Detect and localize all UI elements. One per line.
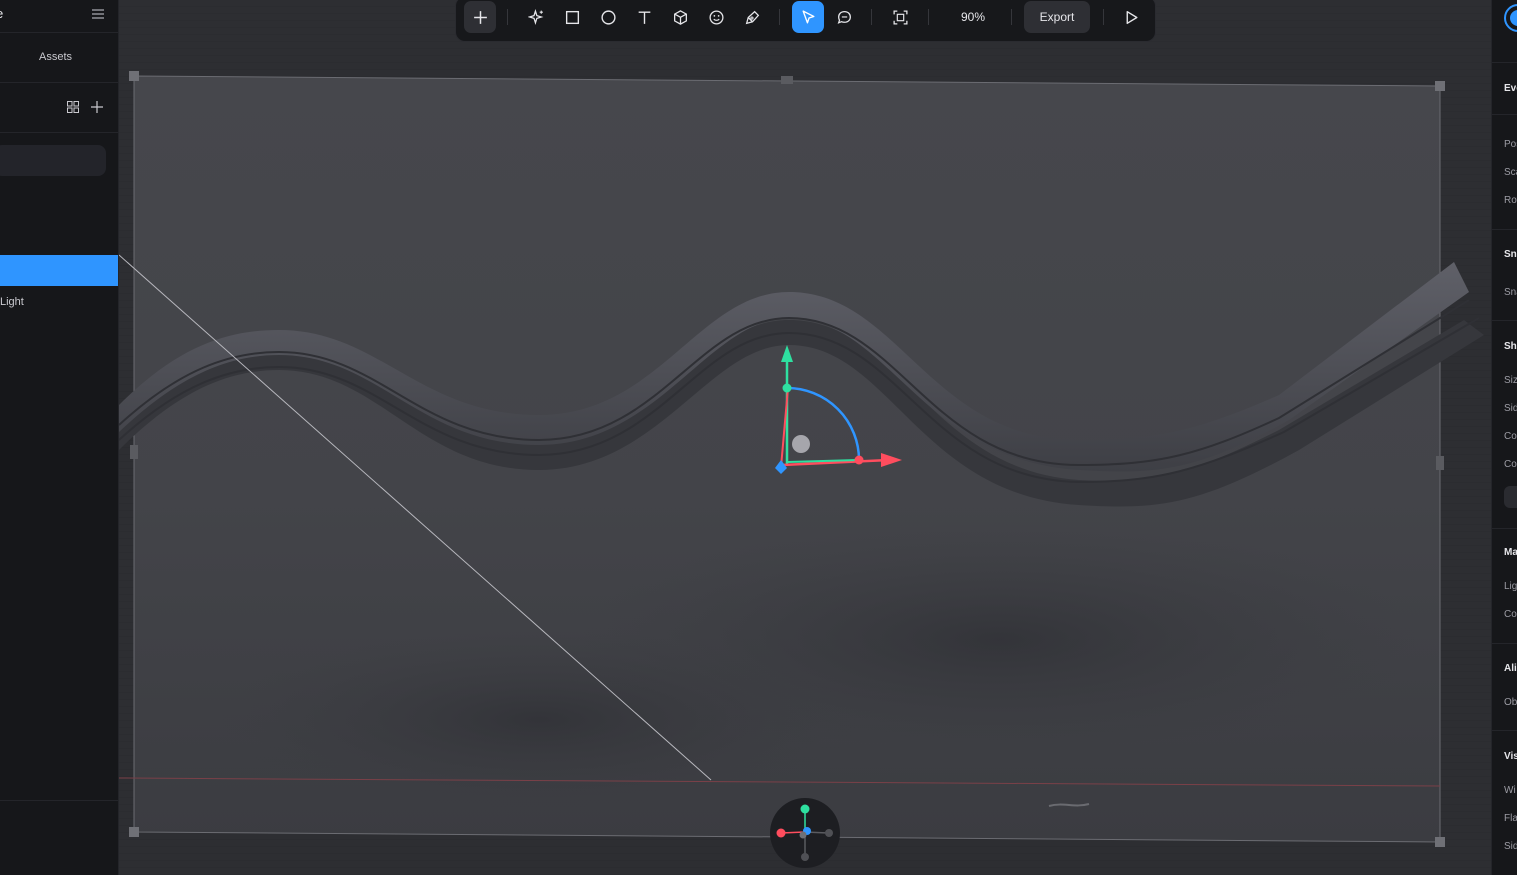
text-icon: [638, 10, 650, 24]
tab-assets[interactable]: Assets: [39, 51, 72, 63]
frame-button[interactable]: [884, 1, 916, 33]
gizmo-x: [776, 828, 786, 838]
ellipse-tool[interactable]: [592, 1, 624, 33]
divider: [1492, 730, 1517, 731]
divider: [1492, 229, 1517, 230]
export-button[interactable]: Export: [1024, 1, 1090, 33]
toolbar-divider: [871, 9, 872, 25]
size-label: Siz: [1504, 375, 1517, 386]
zoom-level[interactable]: 90%: [951, 1, 995, 33]
decal: [1048, 803, 1090, 807]
viewport-canvas[interactable]: [119, 0, 1491, 875]
panel-title: e: [0, 6, 3, 21]
section-material[interactable]: Ma: [1504, 547, 1517, 558]
comment-icon: [837, 10, 851, 24]
divider: [1492, 643, 1517, 644]
divider: [0, 800, 118, 801]
layers-panel: e Assets Light: [0, 0, 119, 875]
x-axis-handle: [854, 455, 864, 465]
y-axis-handle: [782, 383, 792, 393]
resize-handle: [129, 827, 139, 837]
add-layer-icon[interactable]: [90, 100, 104, 114]
play-icon: [1126, 10, 1138, 24]
grid-icon[interactable]: [67, 101, 79, 113]
resize-handle: [1435, 81, 1445, 91]
corner-label: Co: [1504, 431, 1517, 442]
wireframe-label: Wi: [1504, 785, 1516, 796]
layers-header: [0, 83, 118, 133]
layer-item-selected[interactable]: [0, 255, 118, 286]
object-label: Ob: [1504, 697, 1517, 708]
divider: [1492, 528, 1517, 529]
select-tool[interactable]: [792, 1, 824, 33]
add-button[interactable]: [464, 1, 496, 33]
gizmo-y: [800, 804, 810, 814]
scene: [119, 71, 1484, 847]
shadow: [219, 630, 859, 810]
pen-icon: [745, 10, 759, 24]
properties-panel: Eve Pos Sca Rot Sna Sna Sha Siz Sid Co C…: [1491, 0, 1517, 875]
emoji-tool[interactable]: [700, 1, 732, 33]
section-events[interactable]: Eve: [1504, 83, 1517, 94]
comment-tool[interactable]: [828, 1, 860, 33]
panel-header: e: [0, 0, 118, 33]
plus-icon: [473, 10, 487, 24]
sparkle-icon: [527, 8, 543, 25]
section-align[interactable]: Ali: [1504, 663, 1517, 674]
resize-handle: [1436, 456, 1444, 470]
scale-label: Sca: [1504, 167, 1517, 178]
frame-icon: [892, 9, 908, 25]
rectangle-icon: [565, 10, 579, 24]
gizmo-neg-x: [825, 829, 833, 837]
sides-label: Sid: [1504, 403, 1517, 414]
toolbar-divider: [1011, 9, 1012, 25]
side-label: Sid: [1504, 841, 1517, 852]
pen-tool[interactable]: [736, 1, 768, 33]
toolbar-divider: [1103, 9, 1104, 25]
position-label: Pos: [1504, 139, 1517, 150]
emoji-icon: [708, 9, 724, 25]
search-input[interactable]: [0, 145, 106, 176]
resize-handle: [1435, 837, 1445, 847]
avatar[interactable]: [1504, 4, 1517, 32]
orientation-gizmo[interactable]: [770, 798, 840, 868]
ellipse-icon: [600, 9, 616, 25]
resize-handle: [130, 445, 138, 459]
divider: [1492, 320, 1517, 321]
divider: [1492, 62, 1517, 63]
gizmo-neg-y: [801, 853, 809, 861]
ai-generate-button[interactable]: [520, 1, 552, 33]
resize-handle: [129, 71, 139, 81]
corner-label: Co: [1504, 459, 1517, 470]
cube-tool[interactable]: [664, 1, 696, 33]
text-tool[interactable]: [628, 1, 660, 33]
rotation-label: Rot: [1504, 195, 1517, 206]
main-toolbar: 90% Export: [455, 0, 1156, 42]
menu-icon[interactable]: [90, 6, 106, 22]
color-label: Co: [1504, 609, 1517, 620]
layer-item-light[interactable]: Light: [0, 296, 24, 308]
lighting-label: Lig: [1504, 581, 1517, 592]
section-snapping[interactable]: Sna: [1504, 249, 1517, 260]
divider: [1492, 114, 1517, 115]
panel-tabs: Assets: [0, 33, 118, 83]
shape-action-button[interactable]: [1504, 486, 1517, 508]
gizmo-center: [799, 831, 807, 839]
toolbar-divider: [779, 9, 780, 25]
toolbar-divider: [507, 9, 508, 25]
snap-label: Sna: [1504, 287, 1517, 298]
light-pivot: [792, 435, 810, 453]
cube-icon: [673, 9, 687, 25]
resize-handle: [781, 76, 793, 84]
rectangle-tool[interactable]: [556, 1, 588, 33]
section-visibility[interactable]: Vis: [1504, 751, 1517, 762]
flat-label: Fla: [1504, 813, 1517, 824]
play-button[interactable]: [1115, 1, 1147, 33]
toolbar-divider: [928, 9, 929, 25]
section-shape[interactable]: Sha: [1504, 341, 1517, 352]
cursor-icon: [801, 9, 815, 24]
